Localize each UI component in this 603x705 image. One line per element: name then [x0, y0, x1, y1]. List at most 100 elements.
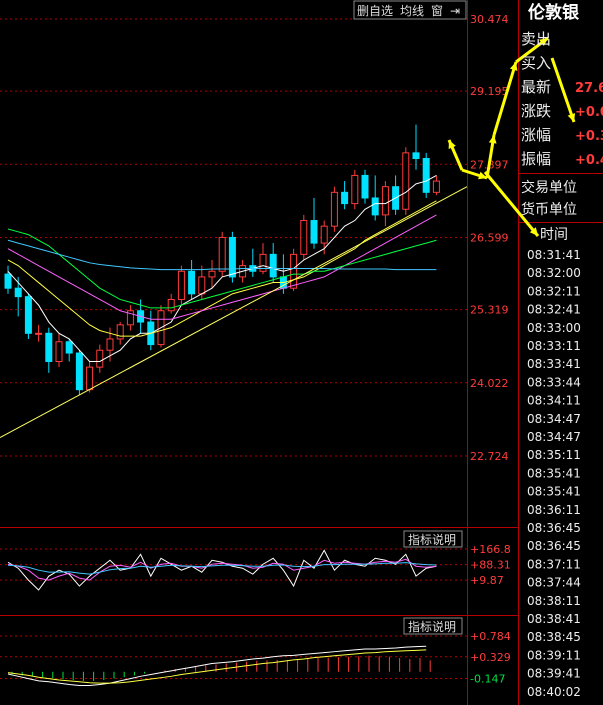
quote-row-value: +0.4: [575, 153, 603, 168]
time-item: 08:40:02: [527, 685, 581, 699]
time-list: 08:31:41 08:32:00 08:32:11 08:32:41 08:33:00…: [527, 248, 581, 699]
y-tick-label: 30.474: [470, 13, 509, 26]
time-item: 08:38:11: [527, 594, 581, 608]
time-item: 08:36:45: [527, 521, 581, 535]
time-item: 08:33:44: [527, 375, 581, 389]
arrow-icon[interactable]: ⇥: [450, 4, 460, 18]
time-item: 08:34:47: [527, 430, 581, 444]
y-tick-label: 24.022: [470, 377, 509, 390]
remove-self-button[interactable]: 删自选: [357, 4, 393, 18]
candle-body: [269, 253, 277, 278]
arrow-shaft: [492, 61, 518, 136]
trend-line: [0, 186, 468, 439]
candle-body: [4, 273, 12, 289]
candle-body: [351, 174, 359, 205]
candle-body: [177, 270, 185, 300]
frame: [0, 0, 603, 705]
time-item: 08:38:41: [527, 612, 581, 626]
candle-body: [96, 349, 104, 368]
candle-body: [65, 341, 73, 354]
time-item: 08:38:45: [527, 630, 581, 644]
time-item: 08:31:41: [527, 248, 581, 262]
candle-body: [361, 174, 369, 199]
candle-body: [341, 191, 349, 205]
time-item: 08:37:11: [527, 557, 581, 571]
y-tick-label: 29.195: [470, 85, 509, 98]
candle-body: [300, 220, 308, 255]
time-item: 08:36:11: [527, 503, 581, 517]
candle-body: [422, 158, 430, 193]
indicator-1: [7, 549, 437, 591]
time-item: 08:33:41: [527, 357, 581, 371]
candle-body: [198, 276, 206, 295]
y-tick-label: -0.147: [470, 672, 505, 685]
y-tick-labels: 30.47429.19527.89726.59925.31924.02222.7…: [470, 13, 511, 685]
y-tick-label: 22.724: [470, 450, 509, 463]
y-tick-label: 26.599: [470, 232, 509, 245]
candle-body: [55, 341, 63, 362]
ma-button[interactable]: 均线: [400, 4, 424, 18]
candle-body: [45, 332, 53, 362]
candle-body: [310, 220, 318, 244]
candle-body: [432, 180, 440, 193]
quote-row-label: 涨跌: [521, 102, 551, 120]
candle-body: [371, 197, 379, 216]
candle-body: [116, 324, 124, 340]
time-item: 08:32:00: [527, 266, 581, 280]
candle-body: [167, 298, 175, 312]
time-item: 08:34:11: [527, 394, 581, 408]
candle-body: [320, 225, 328, 244]
y-tick-label: +166.8: [470, 543, 511, 556]
toolbar: 删自选 均线 窗 ⇥: [353, 0, 467, 20]
quote-row-value: +0.0: [575, 105, 603, 120]
candle-body: [86, 366, 94, 391]
time-header: 时间: [540, 227, 568, 243]
candle-body: [218, 236, 226, 272]
time-item: 08:35:11: [527, 448, 581, 462]
chart-area: 30.47429.19527.89726.59925.31924.02222.7…: [0, 0, 603, 705]
candle-body: [228, 236, 236, 278]
candle-body: [290, 253, 298, 289]
time-item: 08:33:00: [527, 321, 581, 335]
time-item: 08:35:41: [527, 485, 581, 499]
quote-row-label: 涨幅: [521, 126, 551, 144]
indicator-1-label[interactable]: 指标说明: [408, 532, 456, 547]
arrow-shaft: [550, 57, 576, 123]
y-tick-label: +0.329: [470, 651, 511, 664]
y-tick-label: +88.31: [470, 559, 511, 572]
quote-row-label: 最新: [521, 78, 551, 96]
instrument-title: 伦敦银: [528, 2, 580, 23]
trendline: [0, 186, 468, 439]
candle-body: [14, 287, 22, 298]
time-item: 08:34:47: [527, 412, 581, 426]
time-item: 08:39:11: [527, 648, 581, 662]
y-tick-label: +0.784: [470, 630, 511, 643]
trade-unit-label: 交易单位: [521, 179, 577, 196]
time-item: 08:32:41: [527, 303, 581, 317]
candle-body: [330, 191, 338, 227]
candle-body: [381, 186, 389, 216]
candle-body: [75, 352, 83, 391]
macd-dif: [7, 645, 427, 686]
quote-row-label: 买入: [521, 54, 551, 72]
quote-row-value: +0.3: [575, 129, 603, 144]
candle-body: [412, 152, 420, 160]
candle-body: [24, 296, 32, 334]
currency-unit-label: 货币单位: [521, 201, 577, 218]
candle-body: [208, 270, 216, 278]
candle-body: [402, 152, 410, 210]
window-button[interactable]: 窗: [431, 4, 443, 18]
y-tick-label: 25.319: [470, 304, 509, 317]
y-tick-label: +9.87: [470, 574, 504, 587]
time-item: 08:37:44: [527, 576, 581, 590]
indicator-2: [7, 645, 431, 686]
quote-row-label: 振幅: [521, 150, 551, 168]
quote-row-value: 27.6: [575, 81, 603, 96]
time-item: 08:36:45: [527, 539, 581, 553]
candles: [4, 124, 440, 396]
time-item: 08:35:41: [527, 466, 581, 480]
candle-body: [188, 270, 196, 295]
indicator-1-line: [7, 562, 437, 575]
indicator-2-label[interactable]: 指标说明: [408, 619, 456, 634]
candle-body: [106, 338, 114, 351]
